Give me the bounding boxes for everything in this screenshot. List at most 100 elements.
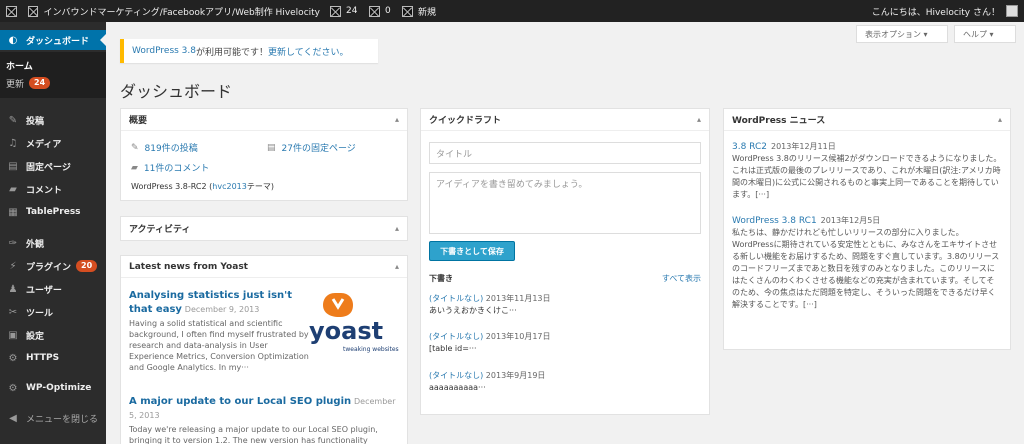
draft-item: (タイトルなし) 2013年9月19日 aaaaaaaaaa··· xyxy=(429,371,546,392)
draft-title-link[interactable]: (タイトルなし) xyxy=(429,371,483,380)
main-content: 表示オプション ▾ ヘルプ ▾ WordPress 3.8 が利用可能です！ 更… xyxy=(106,22,1024,444)
caret-icon: ▴ xyxy=(696,115,701,124)
update-link[interactable]: 更新してください。 xyxy=(268,45,348,58)
svg-text:yoast: yoast xyxy=(309,317,383,345)
comments-count[interactable]: ▰ 11件のコメント xyxy=(131,161,209,175)
menu-plugins[interactable]: ⚡ プラグイン 20 xyxy=(0,256,106,276)
draft-title-link[interactable]: (タイトルなし) xyxy=(429,332,483,341)
plus-icon xyxy=(402,5,413,17)
save-draft-button[interactable]: 下書きとして保存 xyxy=(429,241,515,261)
page-icon: ▤ xyxy=(8,160,18,172)
news-title-link[interactable]: 3.8 RC2 xyxy=(732,142,767,152)
caret-icon: ▴ xyxy=(394,115,399,124)
wordpress-news-widget: WordPress ニュース ▴ 3.8 RC2 2013年12月11日 Word… xyxy=(723,108,1011,350)
help-button[interactable]: ヘルプ ▾ xyxy=(954,25,1016,43)
user-icon: ♟ xyxy=(8,283,18,295)
draft-title-link[interactable]: (タイトルなし) xyxy=(429,294,483,303)
caret-icon: ▴ xyxy=(394,262,399,271)
update-notice: WordPress 3.8 が利用可能です！ 更新してください。 xyxy=(120,39,378,63)
menu-wp-optimize[interactable]: ⚙ WP-Optimize xyxy=(0,378,106,398)
widget-header[interactable]: クイックドラフト ▴ xyxy=(421,109,709,131)
wp-logo[interactable] xyxy=(6,0,22,22)
widget-header[interactable]: WordPress ニュース ▴ xyxy=(724,109,1010,131)
chevron-down-icon: ▾ xyxy=(989,29,994,39)
submenu-updates[interactable]: 更新 24 xyxy=(6,75,51,91)
pending-link[interactable]: 0 xyxy=(369,0,391,22)
page-icon: ▤ xyxy=(267,142,276,153)
appearance-icon: ✑ xyxy=(8,237,18,249)
yoast-news-item: A major update to our Local SEO plugin D… xyxy=(129,396,396,444)
menu-media[interactable]: ♫ メディア xyxy=(0,133,106,153)
collapse-icon: ◀ xyxy=(9,412,17,424)
menu-users[interactable]: ♟ ユーザー xyxy=(0,279,106,299)
dashboard-submenu: ホーム 更新 24 xyxy=(0,52,106,98)
admin-menu: ◐ ダッシュボード ホーム 更新 24 ✎ 投稿 ♫ メディア ▤ 固定ページ ▰ コメ… xyxy=(0,22,106,444)
quick-draft-widget: クイックドラフト ▴ タイトル アイディアを書き留めてみましょう。 下書きとして… xyxy=(420,108,710,415)
site-name-link[interactable]: インバウンドマーケティング/Facebookアプリ/Web制作 Hiveloci… xyxy=(28,0,320,22)
news-item: 3.8 RC2 2013年12月11日 WordPress 3.8のリリース候補2… xyxy=(732,142,1002,199)
caret-icon: ▴ xyxy=(394,223,399,233)
yoast-news-item: Analysing statistics just isn't that eas… xyxy=(129,290,309,372)
menu-https[interactable]: ⚙ HTTPS xyxy=(0,348,106,368)
caret-icon: ▴ xyxy=(997,115,1002,124)
view-all-drafts-link[interactable]: すべて表示 xyxy=(662,273,701,284)
yoast-news-widget: Latest news from Yoast ▴ yoast tweaking … xyxy=(120,255,408,444)
activity-widget: アクティビティ ▴ xyxy=(120,216,408,241)
chevron-down-icon: ▾ xyxy=(923,29,928,39)
plugin-icon: ⚡ xyxy=(9,260,17,272)
draft-title-input[interactable]: タイトル xyxy=(429,142,701,164)
pin-icon: ✎ xyxy=(131,142,139,153)
draft-item: (タイトルなし) 2013年11月13日 あいうえおかきくけこ··· xyxy=(429,294,551,315)
settings-icon: ▣ xyxy=(8,329,18,341)
admin-bar: インバウンドマーケティング/Facebookアプリ/Web制作 Hiveloci… xyxy=(0,0,1024,22)
widget-header[interactable]: Latest news from Yoast ▴ xyxy=(121,256,407,278)
updates-badge: 24 xyxy=(29,77,51,89)
menu-collapse[interactable]: ◀ メニューを閉じる xyxy=(0,408,106,428)
dashboard-icon: ◐ xyxy=(8,34,18,46)
svg-text:tweaking websites: tweaking websites xyxy=(343,346,399,353)
news-item: WordPress 3.8 RC1 2013年12月5日 私たちは、静かだけれども… xyxy=(732,216,1000,309)
menu-pages[interactable]: ▤ 固定ページ xyxy=(0,156,106,176)
pages-count[interactable]: ▤ 27件の固定ページ xyxy=(267,141,356,155)
menu-comments[interactable]: ▰ コメント xyxy=(0,179,106,199)
comment-icon: ▰ xyxy=(9,183,17,195)
my-account[interactable]: こんにちは、Hivelocity さん！ xyxy=(872,0,1018,22)
draft-content-textarea[interactable]: アイディアを書き留めてみましょう。 xyxy=(429,172,701,234)
version-link[interactable]: WordPress 3.8 xyxy=(132,46,196,56)
table-icon: ▦ xyxy=(8,206,18,218)
theme-link[interactable]: hvc2013 xyxy=(212,182,247,191)
news-title-link[interactable]: A major update to our Local SEO plugin xyxy=(129,396,351,407)
menu-settings[interactable]: ▣ 設定 xyxy=(0,325,106,345)
menu-tools[interactable]: ✂ ツール xyxy=(0,302,106,322)
pin-icon: ✎ xyxy=(8,114,18,126)
version-info: WordPress 3.8-RC2 (hvc2013 テーマ) xyxy=(131,182,274,191)
menu-appearance[interactable]: ✑ 外観 xyxy=(0,233,106,253)
menu-posts[interactable]: ✎ 投稿 xyxy=(0,110,106,130)
news-title-link[interactable]: WordPress 3.8 RC1 xyxy=(732,216,817,226)
posts-count[interactable]: ✎ 819件の投稿 xyxy=(131,141,198,155)
bubble-icon xyxy=(369,5,380,17)
gear-icon: ⚙ xyxy=(8,352,18,364)
optimize-icon: ⚙ xyxy=(8,382,18,394)
page-title: ダッシュボード xyxy=(120,82,233,101)
menu-tablepress[interactable]: ▦ TablePress xyxy=(0,202,106,222)
comments-link[interactable]: 24 xyxy=(330,0,357,22)
screen-options-button[interactable]: 表示オプション ▾ xyxy=(856,25,948,43)
drafts-header: 下書き すべて表示 xyxy=(429,273,701,284)
submenu-home[interactable]: ホーム xyxy=(6,57,33,73)
media-icon: ♫ xyxy=(8,137,18,149)
comment-icon xyxy=(330,5,341,17)
yoast-logo-icon: yoast tweaking websites xyxy=(309,293,399,353)
plugins-badge: 20 xyxy=(76,260,98,272)
avatar xyxy=(1006,5,1018,17)
wp-logo-icon xyxy=(6,5,17,17)
draft-item: (タイトルなし) 2013年10月17日 [table id=··· xyxy=(429,332,551,353)
new-content-link[interactable]: 新規 xyxy=(402,0,436,22)
comment-icon: ▰ xyxy=(131,162,138,173)
home-icon xyxy=(28,5,39,17)
tool-icon: ✂ xyxy=(8,306,18,318)
menu-dashboard[interactable]: ◐ ダッシュボード xyxy=(0,30,106,50)
widget-header[interactable]: アクティビティ ▴ xyxy=(121,217,407,239)
at-a-glance-widget: 概要 ▴ ✎ 819件の投稿 ▤ 27件の固定ページ ▰ 11件のコメント Wo… xyxy=(120,108,408,201)
widget-header[interactable]: 概要 ▴ xyxy=(121,109,407,131)
